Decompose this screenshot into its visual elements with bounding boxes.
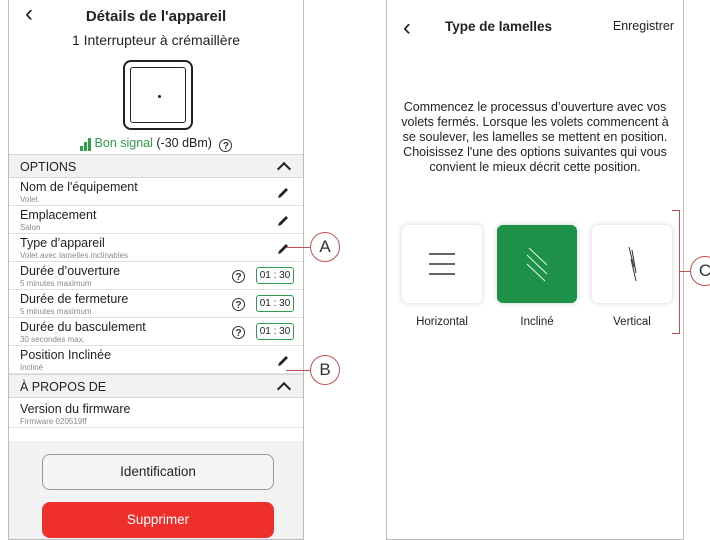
device-details-screen: ‹ Détails de l'appareil 1 Interrupteur à… (8, 0, 304, 540)
option-card-tilted[interactable] (497, 225, 577, 303)
options-section-header[interactable]: OPTIONS (9, 154, 303, 178)
page-title: Détails de l'appareil (85, 8, 227, 25)
back-chevron-icon[interactable]: ‹ (403, 16, 411, 40)
horizontal-slats-icon (429, 253, 455, 275)
time-value[interactable]: 01 : 30 (256, 267, 294, 284)
about-section-header[interactable]: À PROPOS DE (9, 374, 303, 398)
instructions-text: Commencez le processus d’ouverture avec … (401, 100, 669, 174)
options-header-label: OPTIONS (20, 160, 77, 174)
option-card-vertical[interactable] (592, 225, 672, 303)
list-item-tilt-position[interactable]: Position Inclinée Incliné (9, 346, 303, 374)
row-title: Durée du basculement (20, 320, 146, 334)
question-circle-icon[interactable]: ? (232, 298, 245, 311)
callout-c-line (680, 271, 690, 272)
row-title: Position Inclinée (20, 348, 112, 362)
row-subtitle: Salon (20, 223, 41, 232)
row-subtitle: Volet avec lamelles inclinables (20, 251, 129, 260)
chevron-up-icon[interactable] (276, 381, 292, 397)
option-label-vertical: Vertical (613, 316, 651, 328)
pencil-icon[interactable] (276, 242, 290, 256)
about-header-label: À PROPOS DE (20, 380, 107, 394)
tilted-slats-icon (526, 247, 548, 282)
row-title: Type d’appareil (20, 236, 105, 250)
pencil-icon[interactable] (276, 186, 290, 200)
list-item-firmware: Version du firmware Firmware 020519ff (9, 398, 303, 428)
pencil-icon[interactable] (276, 354, 290, 368)
time-value[interactable]: 01 : 30 (256, 295, 294, 312)
signal-status: Bon signal (-30 dBm) ? (9, 136, 303, 152)
row-title: Durée d’ouverture (20, 264, 121, 278)
callout-a-line (286, 247, 310, 248)
list-item-equipment-name[interactable]: Nom de l'équipement Volet (9, 178, 303, 206)
slat-type-screen: ‹ Type de lamelles Enregistrer Commencez… (386, 0, 684, 540)
identification-button[interactable]: Identification (42, 454, 274, 490)
device-led-dot (158, 95, 161, 98)
save-button[interactable]: Enregistrer (613, 19, 674, 33)
option-label-horizontal: Horizontal (416, 316, 468, 328)
list-item-location[interactable]: Emplacement Salon (9, 206, 303, 234)
question-circle-icon[interactable]: ? (232, 326, 245, 339)
row-subtitle: Incliné (20, 363, 44, 372)
signal-bars-icon (79, 137, 92, 151)
row-title: Version du firmware (20, 402, 131, 416)
list-item-device-type[interactable]: Type d’appareil Volet avec lamelles incl… (9, 234, 303, 262)
pencil-icon[interactable] (276, 214, 290, 228)
row-title: Durée de fermeture (20, 292, 129, 306)
option-label-tilted: Incliné (520, 316, 554, 328)
chevron-up-icon[interactable] (276, 161, 292, 177)
callout-c: C (690, 256, 710, 286)
list-item-opening-duration[interactable]: Durée d’ouverture 5 minutes maximum ? 01… (9, 262, 303, 290)
row-subtitle: 5 minutes maximum (20, 279, 92, 288)
option-card-horizontal[interactable] (402, 225, 482, 303)
callout-b-line (286, 370, 310, 371)
delete-button[interactable]: Supprimer (42, 502, 274, 538)
question-circle-icon[interactable]: ? (232, 270, 245, 283)
vertical-slats-icon (628, 246, 637, 282)
row-subtitle: 5 minutes maximum (20, 307, 92, 316)
callout-b: B (310, 355, 340, 385)
question-circle-icon[interactable]: ? (219, 139, 233, 152)
row-title: Nom de l'équipement (20, 180, 138, 194)
settings-list: OPTIONS Nom de l'équipement Volet Emplac… (9, 154, 303, 428)
row-subtitle: 30 secondes max. (20, 335, 85, 344)
device-subtitle: 1 Interrupteur à crémaillère (71, 32, 241, 48)
device-switch-plate (130, 67, 186, 123)
list-item-closing-duration[interactable]: Durée de fermeture 5 minutes maximum ? 0… (9, 290, 303, 318)
row-title: Emplacement (20, 208, 97, 222)
callout-a: A (310, 232, 340, 262)
signal-value: (-30 dBm) (156, 136, 212, 150)
callout-c-bracket (672, 210, 680, 334)
time-value[interactable]: 01 : 30 (256, 323, 294, 340)
row-subtitle: Volet (20, 195, 38, 204)
page-title: Type de lamelles (445, 19, 553, 34)
row-subtitle: Firmware 020519ff (20, 417, 87, 426)
list-item-tilt-duration[interactable]: Durée du basculement 30 secondes max. ? … (9, 318, 303, 346)
signal-text: Bon signal (94, 136, 153, 150)
device-switch-icon (123, 60, 193, 130)
